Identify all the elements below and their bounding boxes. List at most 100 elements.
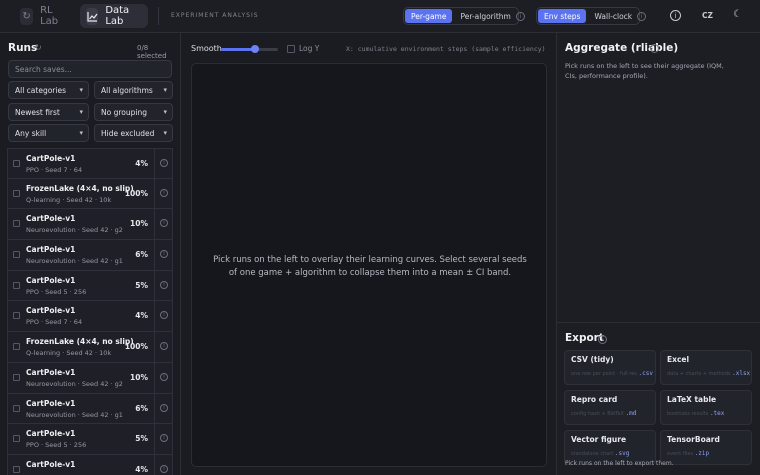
run-row[interactable]: CartPole-v1 Neuroevolution · Seed 42 · g2… xyxy=(7,209,173,241)
view-info-icon[interactable]: i xyxy=(516,12,525,21)
run-info-icon[interactable]: i xyxy=(160,372,168,381)
run-row[interactable]: CartPole-v1 Neuroevolution · Seed 42 · g1… xyxy=(7,393,173,425)
run-row[interactable]: CartPole-v1 PPO · Seed 7 · 64 4% i xyxy=(7,301,173,333)
run-progress: 6% xyxy=(135,403,148,413)
aggregate-info-icon[interactable]: i xyxy=(650,44,659,53)
x-axis-note: X: cumulative environment steps (sample … xyxy=(346,45,546,53)
help-icon[interactable]: i xyxy=(670,10,681,21)
grouping-select[interactable]: No grouping ▾ xyxy=(94,103,173,121)
export-card-title: TensorBoard xyxy=(667,435,720,444)
tab-rl-lab-label: RL Lab xyxy=(40,5,59,27)
export-card-title: Vector figure xyxy=(571,435,627,444)
run-info-icon[interactable]: i xyxy=(160,311,168,320)
run-checkbox[interactable] xyxy=(13,251,20,259)
run-name: CartPole-v1 xyxy=(26,367,76,377)
run-details: PPO · Seed 5 · 256 xyxy=(26,441,87,450)
run-name: CartPole-v1 xyxy=(26,275,76,285)
empty-plot-message: Pick runs on the left to overlay their l… xyxy=(213,255,527,278)
export-card[interactable]: Repro card config hash + BibTeX .md xyxy=(564,390,656,425)
run-checkbox[interactable] xyxy=(13,220,20,228)
excluded-select[interactable]: Hide excluded ▾ xyxy=(94,124,173,142)
run-row[interactable]: CartPole-v1 PPO · Seed 7 · 64 4% i xyxy=(7,148,173,179)
chevron-down-icon: ▾ xyxy=(79,129,83,137)
run-row[interactable]: CartPole-v1 4% i xyxy=(7,454,173,475)
divider xyxy=(154,454,155,475)
dark-mode-icon[interactable]: ☾ xyxy=(733,9,742,20)
smooth-slider[interactable] xyxy=(221,45,278,53)
run-row[interactable]: FrozenLake (4×4, no slip) Q-learning · Se… xyxy=(7,178,173,210)
chevron-down-icon: ▾ xyxy=(163,108,167,116)
run-details: Q-learning · Seed 42 · 10k xyxy=(26,349,112,358)
run-checkbox[interactable] xyxy=(13,312,20,320)
algorithm-select[interactable]: All algorithms ▾ xyxy=(94,81,173,99)
run-details: Neuroevolution · Seed 42 · g2 xyxy=(26,226,123,235)
run-progress: 6% xyxy=(135,250,148,260)
run-info-icon[interactable]: i xyxy=(160,219,168,228)
sort-select[interactable]: Newest first ▾ xyxy=(8,103,89,121)
run-info-icon[interactable]: i xyxy=(160,464,168,473)
run-info-icon[interactable]: i xyxy=(160,342,168,351)
run-row[interactable]: CartPole-v1 PPO · Seed 5 · 256 5% i xyxy=(7,424,173,455)
run-info-icon[interactable]: i xyxy=(160,434,168,443)
learning-curve-plot[interactable]: Pick runs on the left to overlay their l… xyxy=(191,63,547,467)
run-checkbox[interactable] xyxy=(13,404,20,412)
smooth-label: Smooth xyxy=(191,44,222,53)
run-info-icon[interactable]: i xyxy=(160,403,168,412)
refresh-icon[interactable]: ↻ xyxy=(35,43,42,52)
divider xyxy=(154,178,155,209)
run-row[interactable]: CartPole-v1 PPO · Seed 5 · 256 5% i xyxy=(7,270,173,302)
run-info-icon[interactable]: i xyxy=(160,159,168,167)
run-name: CartPole-v1 xyxy=(26,154,76,163)
export-card-extension: .svg xyxy=(614,450,630,457)
run-details: PPO · Seed 7 · 64 xyxy=(26,166,83,174)
run-checkbox[interactable] xyxy=(13,160,20,167)
skill-select[interactable]: Any skill ▾ xyxy=(8,124,89,142)
run-checkbox[interactable] xyxy=(13,373,20,381)
smooth-slider-handle[interactable] xyxy=(251,45,260,53)
export-card[interactable]: Excel data + charts + methods .xlsx xyxy=(660,350,752,385)
divider xyxy=(154,424,155,454)
run-checkbox[interactable] xyxy=(13,435,20,443)
language-button[interactable]: CZ xyxy=(702,11,713,20)
run-row[interactable]: CartPole-v1 Neuroevolution · Seed 42 · g1… xyxy=(7,240,173,271)
env-steps-button[interactable]: Env steps xyxy=(538,9,587,23)
log-y-checkbox[interactable] xyxy=(287,45,295,53)
top-bar: ↻ RL Lab Data Lab EXPERIMENT ANALYSIS Pe… xyxy=(0,0,760,33)
axis-info-icon[interactable]: i xyxy=(637,12,646,21)
tab-data-lab[interactable]: Data Lab xyxy=(80,4,148,28)
run-checkbox[interactable] xyxy=(13,343,20,351)
aggregate-message: Pick runs on the left to see their aggre… xyxy=(565,62,724,80)
view-toggle: Per-game Per-algorithm xyxy=(403,7,519,25)
export-card-desc: booktabs results .tex xyxy=(667,410,724,417)
export-card-title: CSV (tidy) xyxy=(571,355,614,364)
run-row[interactable]: CartPole-v1 Neuroevolution · Seed 42 · g2… xyxy=(7,362,173,394)
view-per-game-button[interactable]: Per-game xyxy=(405,9,453,23)
run-info-icon[interactable]: i xyxy=(160,188,168,197)
view-per-algorithm-button[interactable]: Per-algorithm xyxy=(454,9,516,23)
run-checkbox[interactable] xyxy=(13,281,20,289)
sort-value: Newest first xyxy=(15,107,60,117)
export-card-title: Excel xyxy=(667,355,690,364)
run-info-icon[interactable]: i xyxy=(160,280,168,289)
export-card-desc: event files .zip xyxy=(667,450,709,457)
export-card-description: event files xyxy=(667,451,694,457)
run-checkbox[interactable] xyxy=(13,189,20,197)
refresh-loop-icon: ↻ xyxy=(20,7,34,25)
search-input[interactable] xyxy=(8,60,172,78)
export-info-icon[interactable]: i xyxy=(598,335,607,344)
tab-rl-lab[interactable]: ↻ RL Lab xyxy=(14,4,76,28)
x-axis-toggle: Env steps Wall-clock xyxy=(536,7,641,25)
category-select[interactable]: All categories ▾ xyxy=(8,81,89,99)
divider xyxy=(154,240,155,270)
run-progress: 5% xyxy=(135,434,148,444)
run-row[interactable]: FrozenLake (4×4, no slip) Q-learning · Se… xyxy=(7,332,173,363)
export-card-description: one row per point · full res xyxy=(571,371,637,377)
run-name: CartPole-v1 xyxy=(26,429,76,439)
run-details: PPO · Seed 5 · 256 xyxy=(26,287,87,296)
export-card[interactable]: LaTeX table booktabs results .tex xyxy=(660,390,752,425)
divider xyxy=(154,362,155,393)
export-card[interactable]: CSV (tidy) one row per point · full res .… xyxy=(564,350,656,385)
wall-clock-button[interactable]: Wall-clock xyxy=(588,9,638,23)
run-info-icon[interactable]: i xyxy=(160,250,168,259)
run-checkbox[interactable] xyxy=(13,465,20,473)
